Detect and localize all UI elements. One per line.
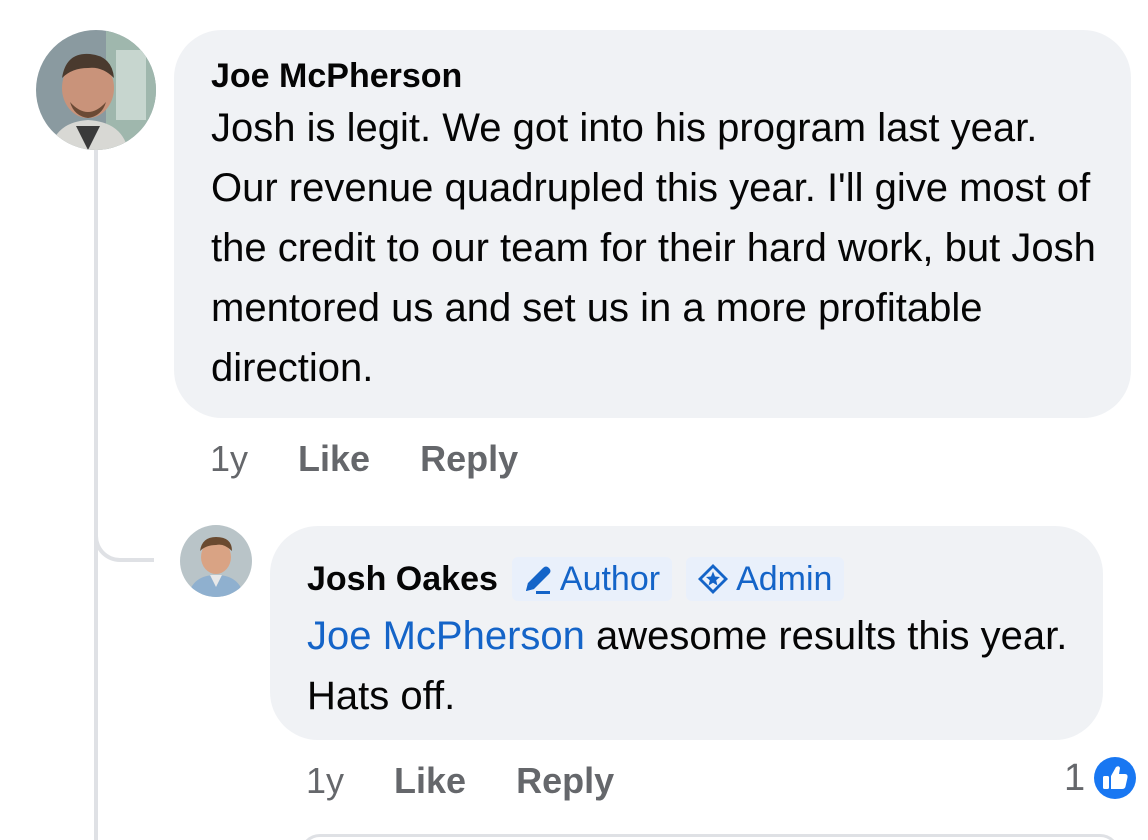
author-badge: Author: [511, 557, 673, 601]
author-badge-label: Author: [559, 559, 661, 598]
pencil-icon: [525, 566, 551, 594]
reply-header: Josh Oakes Author Admin: [307, 556, 1067, 602]
thumbs-up-icon: [1094, 757, 1137, 799]
reply-bubble: Josh Oakes Author Admin Joe McPherson aw…: [270, 526, 1103, 740]
next-comment-edge: [300, 834, 1120, 840]
reaction-count: 1: [1064, 756, 1086, 799]
reply-reply-button[interactable]: Reply: [516, 760, 614, 802]
diamond-star-icon: [698, 564, 729, 594]
reply-text: Joe McPherson awesome results this year.…: [307, 606, 1087, 726]
avatar[interactable]: [36, 30, 156, 150]
reaction-summary[interactable]: 1: [1064, 755, 1137, 801]
thread-connector-line: [94, 150, 98, 840]
reply-actions: 1y Like Reply: [306, 758, 664, 804]
reply-author-name[interactable]: Josh Oakes: [307, 559, 498, 599]
like-button[interactable]: Like: [298, 438, 370, 480]
reply-connector-curve: [94, 500, 154, 562]
admin-badge-label: Admin: [736, 559, 833, 598]
reply-like-button[interactable]: Like: [394, 760, 466, 802]
admin-badge: Admin: [686, 557, 845, 601]
reply-timestamp[interactable]: 1y: [306, 760, 344, 802]
comment-timestamp[interactable]: 1y: [210, 438, 248, 480]
mention-link[interactable]: Joe McPherson: [307, 614, 585, 658]
comment-bubble: Joe McPherson Josh is legit. We got into…: [174, 30, 1131, 418]
comment-actions: 1y Like Reply: [210, 436, 568, 482]
comment-text: Josh is legit. We got into his program l…: [211, 106, 1096, 390]
reply-button[interactable]: Reply: [420, 438, 518, 480]
comment-author-name[interactable]: Joe McPherson: [211, 56, 1095, 96]
comment-thread: Joe McPherson Josh is legit. We got into…: [0, 0, 1148, 840]
reply-avatar[interactable]: [180, 525, 252, 597]
